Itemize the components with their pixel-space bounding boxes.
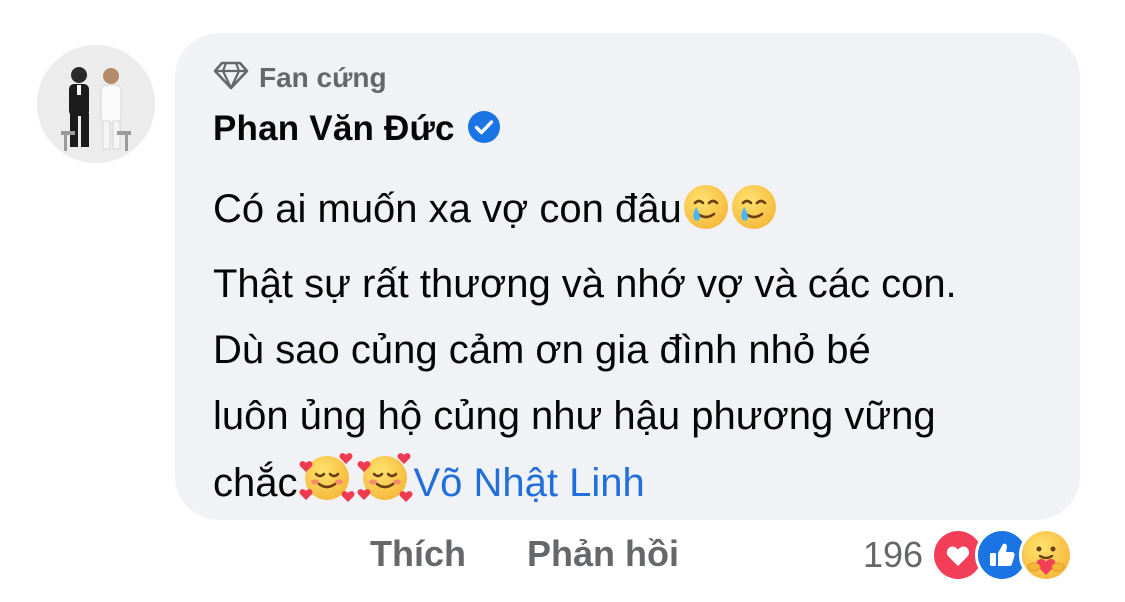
couple-photo (37, 45, 155, 163)
comment-line-4: luôn ủng hộ củng như hậu phương vững (213, 394, 936, 438)
avatar[interactable] (37, 45, 155, 163)
like-button[interactable]: Thích (370, 533, 466, 575)
comment-line-3: Dù sao củng cảm ơn gia đình nhỏ bé (213, 328, 871, 372)
comment-line-1: Có ai muốn xa vợ con đâu (213, 176, 1058, 251)
badge-label: Fan cứng (259, 62, 387, 93)
author-name[interactable]: Phan Văn Đức (213, 109, 455, 149)
reaction-summary[interactable]: 196 (863, 527, 1074, 583)
comment-line-2: Thật sự rất thương và nhớ vợ và các con. (213, 262, 957, 306)
mention-link[interactable]: Võ Nhật Linh (414, 461, 645, 505)
comment-line-5: chắc Võ Nhật Linh (213, 449, 1058, 525)
smiling-face-with-hearts-icon (298, 449, 356, 525)
smiling-face-with-hearts-icon (356, 449, 414, 525)
reply-button[interactable]: Phản hồi (527, 533, 679, 575)
reaction-count: 196 (863, 534, 924, 575)
diamond-icon (213, 60, 249, 97)
care-reaction-icon (1019, 528, 1074, 582)
top-fan-badge[interactable]: Fan cứng (213, 60, 387, 96)
comment-text: Có ai muốn xa vợ con đâu Thật sự rất thư… (213, 176, 1058, 525)
smiling-face-with-tear-icon (682, 183, 730, 251)
author-row: Phan Văn Đức (213, 104, 501, 154)
smiling-face-with-tear-icon (730, 183, 778, 251)
verified-badge-icon (467, 110, 501, 149)
